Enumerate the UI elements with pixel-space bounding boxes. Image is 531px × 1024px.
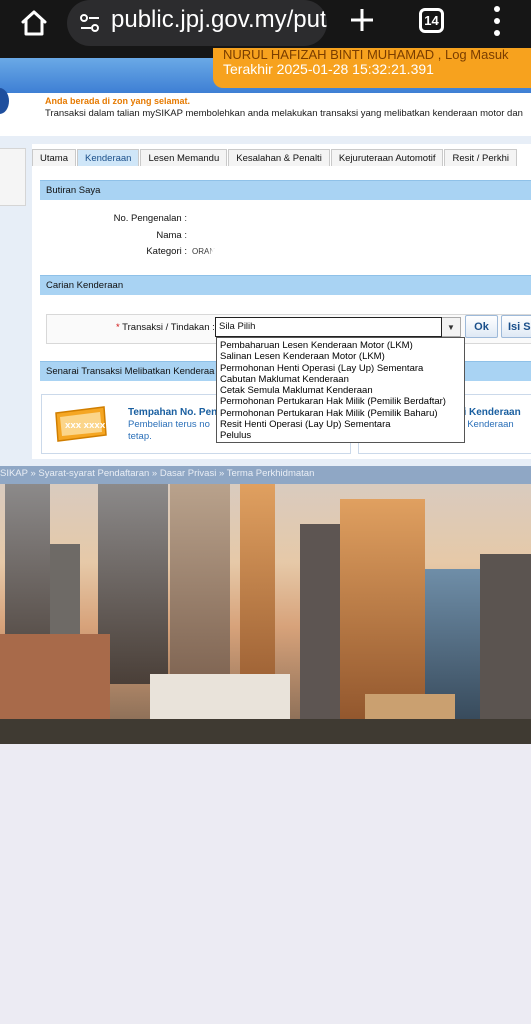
id-label: No. Pengenalan : bbox=[113, 213, 187, 224]
footer-bar: SIKAP » Syarat-syarat Pendaftaran » Dasa… bbox=[0, 466, 531, 484]
required-mark: * bbox=[116, 322, 120, 333]
tab-resit[interactable]: Resit / Perkhi bbox=[444, 149, 517, 166]
address-bar[interactable]: public.jpj.gov.my/put bbox=[67, 0, 327, 46]
dropdown-option[interactable]: Cabutan Maklumat Kenderaan bbox=[219, 374, 462, 385]
carian-section-header: Carian Kenderaan bbox=[40, 275, 531, 295]
ok-button[interactable]: Ok bbox=[465, 315, 498, 338]
side-panel bbox=[0, 148, 26, 206]
tab-kesalahan-penalti[interactable]: Kesalahan & Penalti bbox=[228, 149, 330, 166]
tile-desc: Pembelian terus no tetap. bbox=[128, 419, 228, 443]
dropdown-option[interactable]: Permohonan Pertukaran Hak Milik (Pemilik… bbox=[219, 396, 462, 407]
more-menu-icon[interactable] bbox=[488, 6, 506, 36]
dropdown-option[interactable]: Cetak Semula Maklumat Kenderaan bbox=[219, 385, 462, 396]
new-tab-icon[interactable] bbox=[348, 6, 376, 34]
butiran-section-header: Butiran Saya bbox=[40, 180, 531, 200]
last-login: Terakhir 2025-01-28 15:32:21.391 bbox=[223, 61, 434, 77]
home-button[interactable] bbox=[16, 5, 52, 41]
category-label: Kategori : bbox=[146, 246, 187, 257]
site-header: NURUL HAFIZAH BINTI MUHAMAD , Log Masuk … bbox=[0, 47, 531, 136]
tab-bar: Utama Kenderaan Lesen Memandu Kesalahan … bbox=[32, 149, 518, 166]
redaction-mark bbox=[190, 210, 308, 226]
tab-kejuruteraan-automotif[interactable]: Kejuruteraan Automotif bbox=[330, 149, 444, 166]
tab-utama[interactable]: Utama bbox=[32, 149, 76, 166]
dropdown-option[interactable]: Permohonan Henti Operasi (Lay Up) Sement… bbox=[219, 363, 462, 374]
tile-title[interactable]: Tempahan No. Pend bbox=[128, 407, 223, 418]
url-text[interactable]: public.jpj.gov.my/put bbox=[111, 6, 327, 34]
footer-links[interactable]: SIKAP » Syarat-syarat Pendaftaran » Dasa… bbox=[0, 468, 314, 479]
dropdown-option[interactable]: Permohonan Pertukaran Hak Milik (Pemilik… bbox=[219, 408, 462, 419]
isi-button[interactable]: Isi S bbox=[501, 315, 531, 338]
user-banner: NURUL HAFIZAH BINTI MUHAMAD , Log Masuk … bbox=[213, 47, 531, 88]
skyline-illustration bbox=[0, 484, 531, 744]
dropdown-option[interactable]: Pelulus bbox=[219, 430, 462, 441]
city-skyline-image bbox=[0, 484, 531, 744]
redaction-mark bbox=[190, 226, 383, 244]
dropdown-option[interactable]: Resit Henti Operasi (Lay Up) Sementara bbox=[219, 419, 462, 430]
transaction-dropdown-list[interactable]: Pembaharuan Lesen Kenderaan Motor (LKM) … bbox=[216, 337, 465, 443]
safe-zone-notice: Anda berada di zon yang selamat. bbox=[45, 96, 191, 106]
transaction-select[interactable]: Sila Pilih bbox=[215, 317, 442, 337]
tile-desc-line: Pembelian terus no bbox=[128, 419, 210, 430]
tab-kenderaan[interactable]: Kenderaan bbox=[76, 149, 140, 166]
dropdown-option[interactable]: Pembaharuan Lesen Kenderaan Motor (LKM) bbox=[219, 340, 462, 351]
plate-text: XXX XXXX bbox=[65, 422, 106, 430]
redaction-mark bbox=[212, 245, 360, 265]
tab-lesen-memandu[interactable]: Lesen Memandu bbox=[140, 149, 228, 166]
tab-switcher-button[interactable]: 14 bbox=[419, 8, 444, 33]
number-plate-icon: XXX XXXX bbox=[55, 406, 107, 442]
name-label: Nama : bbox=[156, 230, 187, 241]
user-name: NURUL HAFIZAH BINTI MUHAMAD , Log Masuk bbox=[223, 47, 509, 62]
dropdown-option[interactable]: Salinan Lesen Kenderaan Motor (LKM) bbox=[219, 351, 462, 362]
blank-area bbox=[0, 744, 531, 1024]
site-settings-icon[interactable] bbox=[79, 12, 101, 34]
home-icon bbox=[21, 10, 47, 36]
transaction-label-text: Transaksi / Tindakan : bbox=[122, 322, 215, 333]
intro-text: Transaksi dalam talian mySIKAP membolehk… bbox=[45, 108, 523, 119]
transaction-label: * Transaksi / Tindakan : bbox=[116, 322, 215, 333]
chevron-down-icon[interactable]: ▼ bbox=[442, 317, 461, 337]
tile-desc-line: tetap. bbox=[128, 431, 152, 442]
